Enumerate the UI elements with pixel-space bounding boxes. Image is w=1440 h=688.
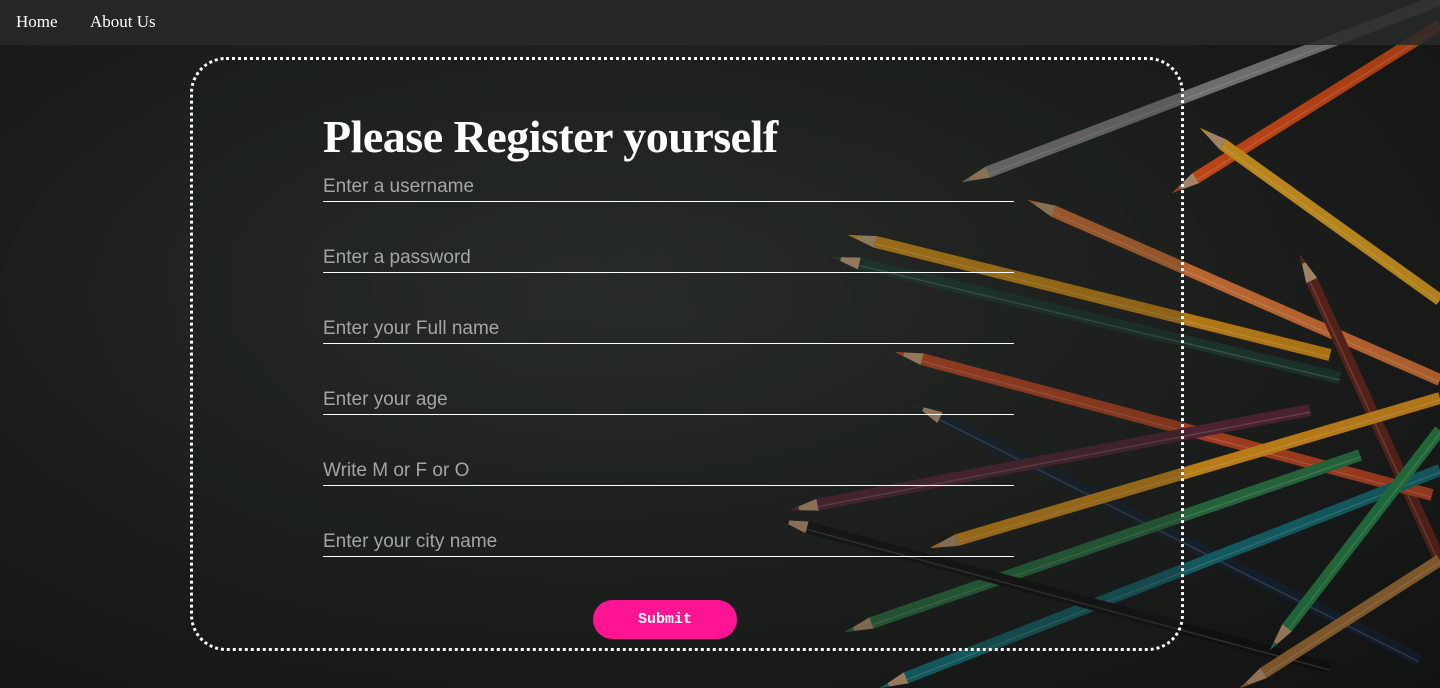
password-input[interactable] xyxy=(323,243,1014,273)
full-name-input[interactable] xyxy=(323,314,1014,344)
submit-button[interactable]: Submit xyxy=(593,600,737,639)
nav-about-link[interactable]: About Us xyxy=(90,12,156,32)
registration-form: Please Register yourself Submit xyxy=(190,57,1184,651)
nav-home-link[interactable]: Home xyxy=(16,12,58,32)
form-title: Please Register yourself xyxy=(323,111,778,162)
username-input[interactable] xyxy=(323,172,1014,202)
navbar: Home About Us xyxy=(0,0,1440,45)
age-input[interactable] xyxy=(323,385,1014,415)
gender-input[interactable] xyxy=(323,456,1014,486)
city-input[interactable] xyxy=(323,527,1014,557)
